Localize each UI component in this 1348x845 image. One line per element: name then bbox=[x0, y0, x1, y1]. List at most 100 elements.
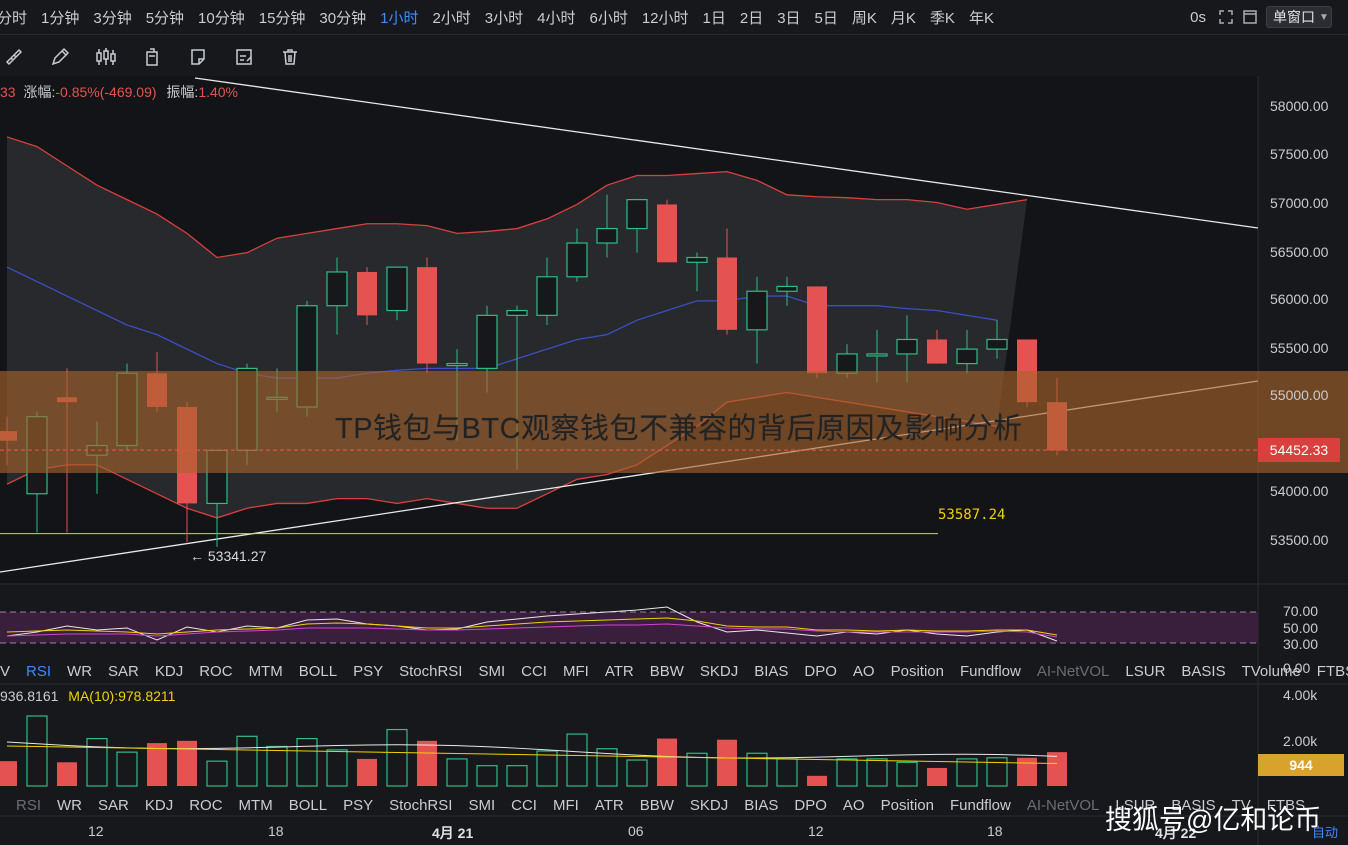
timeframe-19[interactable]: 季K bbox=[923, 7, 962, 28]
candle-body bbox=[836, 353, 858, 374]
timeframe-15[interactable]: 3日 bbox=[770, 7, 807, 28]
volume-bar bbox=[686, 752, 708, 787]
indicator-tab-ao[interactable]: AO bbox=[845, 663, 883, 680]
indicator-tab-stochrsi[interactable]: StochRSI bbox=[391, 663, 470, 680]
seconds-label: 0s bbox=[1190, 8, 1206, 26]
indicator-tab-v[interactable]: V bbox=[0, 663, 18, 680]
volume-bar bbox=[0, 761, 17, 786]
indicator-tab-bbw[interactable]: BBW bbox=[632, 797, 682, 814]
indicator-tab-tvolume[interactable]: TVolume bbox=[1234, 663, 1309, 680]
price-tick: 55000.00 bbox=[1270, 387, 1329, 403]
indicator-tab-atr[interactable]: ATR bbox=[587, 797, 632, 814]
indicator-tab-cci[interactable]: CCI bbox=[513, 663, 555, 680]
date-tick: 12 bbox=[808, 823, 824, 839]
indicator-tab-smi[interactable]: SMI bbox=[470, 663, 513, 680]
timeframe-list: 分时 1分钟 3分钟 5分钟 10分钟 15分钟 30分钟 1小时 2小时 3小时 4小时 6小时 12… bbox=[0, 0, 1001, 34]
timeframe-0[interactable]: 分时 bbox=[0, 7, 34, 28]
indicator-tab-boll[interactable]: BOLL bbox=[281, 797, 335, 814]
timeframe-17[interactable]: 周K bbox=[845, 7, 884, 28]
indicator-tab-wr[interactable]: WR bbox=[59, 663, 100, 680]
timeframe-9[interactable]: 3小时 bbox=[478, 7, 530, 28]
indicator-tab-bbw[interactable]: BBW bbox=[642, 663, 692, 680]
volume-bar bbox=[116, 751, 138, 787]
indicator-tab-roc[interactable]: ROC bbox=[181, 797, 230, 814]
indicator-tab-basis[interactable]: BASIS bbox=[1173, 663, 1233, 680]
pen-icon[interactable] bbox=[44, 41, 76, 73]
timeframe-4[interactable]: 10分钟 bbox=[191, 7, 252, 28]
indicator-tab-fundflow[interactable]: Fundflow bbox=[952, 663, 1029, 680]
timeframe-14[interactable]: 2日 bbox=[733, 7, 770, 28]
indicator-tab-roc[interactable]: ROC bbox=[191, 663, 240, 680]
timeframe-5[interactable]: 15分钟 bbox=[252, 7, 313, 28]
indicator-tab-mtm[interactable]: MTM bbox=[241, 663, 291, 680]
date-tick: 06 bbox=[628, 823, 644, 839]
indicator-tab-mfi[interactable]: MFI bbox=[555, 663, 597, 680]
indicator-tab-rsi[interactable]: RSI bbox=[8, 797, 49, 814]
indicator-tab-stochrsi[interactable]: StochRSI bbox=[381, 797, 460, 814]
indicator-tab-lsur[interactable]: LSUR bbox=[1117, 663, 1173, 680]
indicator-tab-bias[interactable]: BIAS bbox=[736, 797, 786, 814]
timeframe-8[interactable]: 2小时 bbox=[425, 7, 477, 28]
timeframe-16[interactable]: 5日 bbox=[808, 7, 845, 28]
indicator-tab-ai-netvol[interactable]: AI-NetVOL bbox=[1019, 797, 1108, 814]
indicator-tab-boll[interactable]: BOLL bbox=[291, 663, 345, 680]
timeframe-13[interactable]: 1日 bbox=[696, 7, 733, 28]
indicator-tab-sar[interactable]: SAR bbox=[100, 663, 147, 680]
timeframe-11[interactable]: 6小时 bbox=[582, 7, 634, 28]
candle-info-line: 33 涨幅:-0.85%(-469.09) 振幅:1.40% bbox=[0, 82, 238, 102]
indicator-tab-dpo[interactable]: DPO bbox=[796, 663, 845, 680]
volume-bar bbox=[357, 758, 377, 786]
indicator-tab-mfi[interactable]: MFI bbox=[545, 797, 587, 814]
indicator-tab-position[interactable]: Position bbox=[883, 663, 952, 680]
candle-body bbox=[596, 227, 618, 244]
candle-body bbox=[896, 338, 918, 355]
timeframe-6[interactable]: 30分钟 bbox=[312, 7, 373, 28]
timeframe-18[interactable]: 月K bbox=[884, 7, 923, 28]
timeframe-20[interactable]: 年K bbox=[962, 7, 1001, 28]
indicator-tab-ftbs[interactable]: FTBS bbox=[1309, 663, 1348, 680]
indicator-tab-smi[interactable]: SMI bbox=[460, 797, 503, 814]
indicator-tab-ao[interactable]: AO bbox=[835, 797, 873, 814]
indicator-tab-ai-netvol[interactable]: AI-NetVOL bbox=[1029, 663, 1118, 680]
timeframe-bar: 分时 1分钟 3分钟 5分钟 10分钟 15分钟 30分钟 1小时 2小时 3小时 4小时 6小时 12… bbox=[0, 0, 1348, 35]
auto-scale-label[interactable]: 自动 bbox=[1312, 822, 1338, 841]
change-value: -0.85%(-469.09) bbox=[55, 84, 157, 100]
delete-icon[interactable] bbox=[136, 41, 168, 73]
edit-icon[interactable] bbox=[228, 41, 260, 73]
indicator-tab-fundflow[interactable]: Fundflow bbox=[942, 797, 1019, 814]
indicator-tab-cci[interactable]: CCI bbox=[503, 797, 545, 814]
volume-bar bbox=[566, 733, 588, 787]
indicator-tab-position[interactable]: Position bbox=[873, 797, 942, 814]
fullscreen-icon[interactable] bbox=[1218, 9, 1234, 25]
candle-body bbox=[626, 199, 648, 230]
indicator-tab-bias[interactable]: BIAS bbox=[746, 663, 796, 680]
indicator-tab-psy[interactable]: PSY bbox=[335, 797, 381, 814]
candles-icon[interactable] bbox=[90, 41, 122, 73]
indicator-tab-atr[interactable]: ATR bbox=[597, 663, 642, 680]
note-icon[interactable] bbox=[182, 41, 214, 73]
timeframe-2[interactable]: 3分钟 bbox=[86, 7, 138, 28]
indicator-tab-rsi[interactable]: RSI bbox=[18, 663, 59, 680]
indicator-tab-skdj[interactable]: SKDJ bbox=[682, 797, 736, 814]
indicator-tab-kdj[interactable]: KDJ bbox=[147, 663, 191, 680]
indicator-tab-skdj[interactable]: SKDJ bbox=[692, 663, 746, 680]
timeframe-3[interactable]: 5分钟 bbox=[139, 7, 191, 28]
indicator-tab-sar[interactable]: SAR bbox=[90, 797, 137, 814]
price-tick: 58000.00 bbox=[1270, 98, 1329, 114]
trash-icon[interactable] bbox=[274, 41, 306, 73]
volume-bar bbox=[657, 738, 677, 786]
price-chart[interactable] bbox=[0, 76, 1348, 845]
indicator-tab-psy[interactable]: PSY bbox=[345, 663, 391, 680]
timeframe-10[interactable]: 4小时 bbox=[530, 7, 582, 28]
indicator-tab-kdj[interactable]: KDJ bbox=[137, 797, 181, 814]
volume-bar bbox=[266, 745, 288, 787]
ruler-icon[interactable] bbox=[0, 41, 30, 73]
window-mode-select[interactable]: 单窗口 ▼ bbox=[1266, 6, 1332, 28]
timeframe-7[interactable]: 1小时 bbox=[373, 7, 425, 28]
timeframe-12[interactable]: 12小时 bbox=[635, 7, 696, 28]
timeframe-1[interactable]: 1分钟 bbox=[34, 7, 86, 28]
indicator-tab-mtm[interactable]: MTM bbox=[231, 797, 281, 814]
popout-icon[interactable] bbox=[1242, 9, 1258, 25]
indicator-tab-wr[interactable]: WR bbox=[49, 797, 90, 814]
indicator-tab-dpo[interactable]: DPO bbox=[786, 797, 835, 814]
